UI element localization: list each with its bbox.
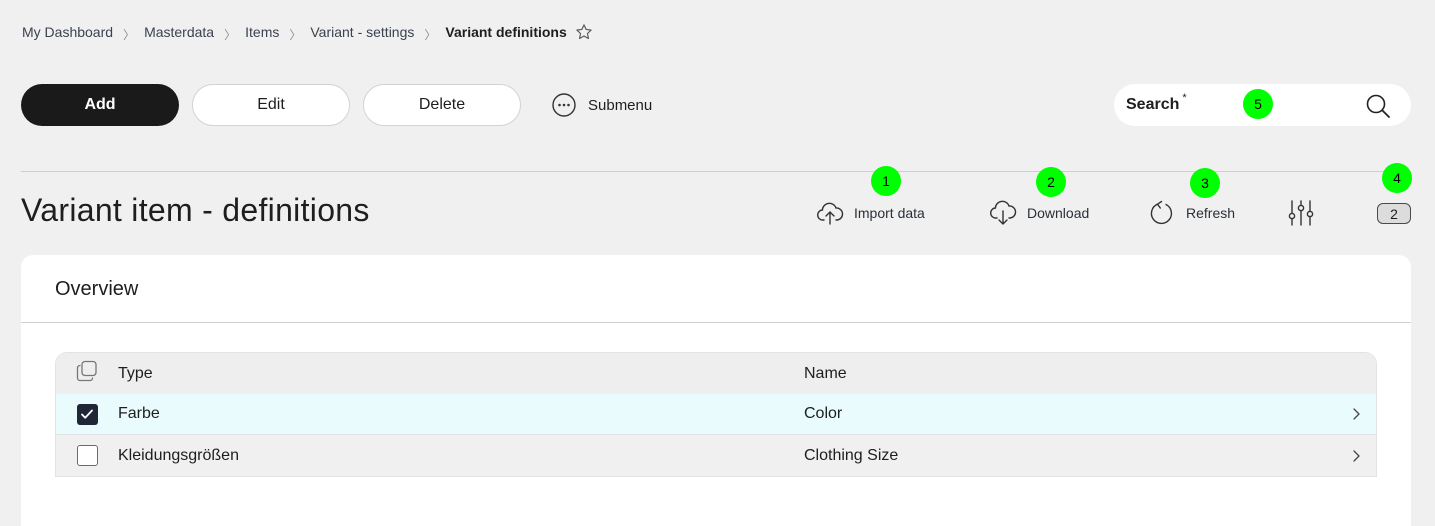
- marker-2: 2: [1036, 167, 1066, 197]
- refresh-icon: [1150, 200, 1173, 225]
- breadcrumb-separator: 〉: [123, 27, 136, 42]
- cloud-upload-icon: [817, 202, 844, 225]
- sliders-icon: [1288, 200, 1314, 226]
- breadcrumb: My Dashboard 〉 Masterdata 〉 Items 〉 Vari…: [22, 22, 593, 42]
- overview-panel: Overview Type Name Farbe Color Kleidungs…: [21, 255, 1411, 526]
- refresh-label: Refresh: [1186, 205, 1236, 221]
- row-checkbox-checked[interactable]: [76, 403, 98, 425]
- breadcrumb-separator: 〉: [424, 27, 437, 42]
- submenu-label: Submenu: [588, 96, 653, 114]
- cloud-download-icon: [990, 200, 1017, 225]
- marker-1: 1: [871, 166, 901, 196]
- column-header-name[interactable]: Name: [804, 365, 1376, 383]
- add-button[interactable]: Add: [21, 84, 179, 126]
- row-name: Clothing Size: [804, 446, 899, 464]
- breadcrumb-item-items[interactable]: Items: [245, 24, 279, 40]
- breadcrumb-current: Variant definitions: [445, 24, 567, 40]
- table-header: Type Name: [56, 353, 1376, 394]
- panel-title: Overview: [55, 278, 139, 300]
- checkmark-icon: [81, 409, 93, 419]
- refresh-button[interactable]: Refresh: [1148, 198, 1235, 228]
- marker-4: 4: [1382, 163, 1412, 193]
- import-data-button[interactable]: Import data: [816, 198, 925, 228]
- row-checkbox[interactable]: [76, 445, 98, 466]
- count-badge[interactable]: 2: [1377, 203, 1411, 224]
- search-icon[interactable]: [1365, 93, 1391, 124]
- panel-divider: [21, 322, 1411, 323]
- download-label: Download: [1027, 205, 1090, 221]
- table-row[interactable]: Kleidungsgrößen Clothing Size: [56, 435, 1376, 476]
- import-data-label: Import data: [854, 205, 925, 221]
- breadcrumb-item-variant-settings[interactable]: Variant - settings: [310, 24, 414, 40]
- star-icon[interactable]: [575, 23, 593, 41]
- marker-5: 5: [1243, 89, 1273, 119]
- breadcrumb-item-my-dashboard[interactable]: My Dashboard: [22, 24, 113, 40]
- breadcrumb-item-masterdata[interactable]: Masterdata: [144, 24, 214, 40]
- chevron-right-icon[interactable]: [1351, 449, 1361, 463]
- delete-button[interactable]: Delete: [363, 84, 521, 126]
- definitions-table: Type Name Farbe Color Kleidungsgrößen Cl…: [55, 352, 1377, 477]
- table-row[interactable]: Farbe Color: [56, 394, 1376, 435]
- page-title: Variant item - definitions: [21, 192, 370, 228]
- marker-3: 3: [1190, 168, 1220, 198]
- column-header-type[interactable]: Type: [118, 365, 804, 383]
- select-all-icon[interactable]: [76, 360, 98, 387]
- row-type: Farbe: [118, 405, 160, 422]
- filter-settings-button[interactable]: [1287, 198, 1325, 228]
- row-name: Color: [804, 405, 843, 422]
- more-horizontal-icon: [552, 93, 576, 117]
- search-input[interactable]: [1114, 84, 1364, 126]
- breadcrumb-separator: 〉: [289, 27, 302, 42]
- breadcrumb-separator: 〉: [224, 27, 237, 42]
- row-type: Kleidungsgrößen: [118, 446, 239, 464]
- edit-button[interactable]: Edit: [192, 84, 350, 126]
- submenu-button[interactable]: Submenu: [552, 92, 652, 118]
- chevron-right-icon[interactable]: [1351, 407, 1361, 421]
- download-button[interactable]: Download: [989, 198, 1089, 228]
